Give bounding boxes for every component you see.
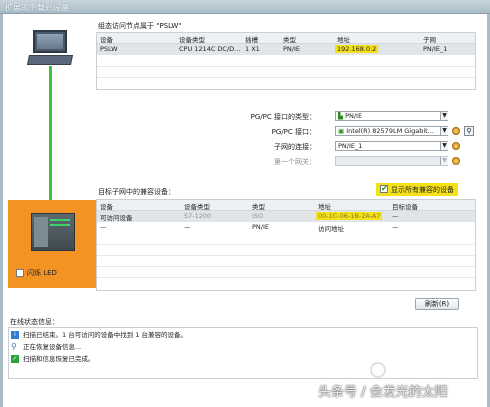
col-device: 设备 [100,203,113,211]
col-address: 地址 [337,36,350,44]
list-item: i 扫描已结束。1 台可访问的设备中找到 1 台兼容的设备。 [11,329,471,341]
cell-address: 访问地址 [318,225,344,233]
pgpc-interface-select[interactable]: ▣ Intel(R) 82579LM Gigabit... [335,126,448,136]
first-gateway-label: 第一个网关： [274,158,316,166]
cell-type: ISO [252,212,264,220]
network-icon: ▙ [338,112,343,120]
pgpc-type-label: PG/PC 接口的类型： [250,113,316,121]
col-device-type: 设备类型 [179,36,205,44]
cell-target-device: — [392,212,399,220]
title-bar: 扩展的下载到设备 [0,0,490,14]
pgpc-interface-label: PG/PC 接口： [271,128,316,136]
plc-led-icon [50,224,70,226]
status-line: 扫描和信息恢复已完成。 [23,355,95,363]
col-device: 设备 [100,36,113,44]
lower-table-caption: 目标子网中的兼容设备： [98,188,175,196]
cell-device-type: S7-1200 [184,212,212,220]
plc-led-icon [50,219,70,221]
table-row[interactable]: — — PN/IE 访问地址 — [97,222,475,233]
search-icon[interactable]: ⚲ [464,126,474,136]
flash-led-checkbox[interactable] [16,269,24,277]
properties-icon[interactable] [452,127,460,135]
window-frame-left [0,14,3,407]
chevron-down-icon[interactable]: ▼ [440,127,448,135]
subnet-connection-select[interactable]: PN/IE_1 [335,141,448,151]
chevron-down-icon[interactable]: ▼ [440,142,448,150]
col-subnet: 子网 [423,36,436,44]
show-all-checkbox[interactable] [380,184,388,193]
info-icon: i [11,331,19,339]
status-line: 扫描已结束。1 台可访问的设备中找到 1 台兼容的设备。 [23,331,187,339]
cell-device: PSLW [100,45,118,53]
cell-device: — [100,223,107,231]
cell-address: 192.168.0.2 [335,45,379,53]
configured-node-table: 设备 设备类型 插槽 类型 地址 子网 PSLW CPU 1214C DC/D.… [96,32,476,90]
chevron-down-icon[interactable]: ▼ [440,112,448,120]
pgpc-interface-value: Intel(R) 82579LM Gigabit... [346,127,434,135]
col-type: 类型 [283,36,296,44]
status-line: 正在恢复设备信息... [23,343,82,351]
first-gateway-select[interactable] [335,156,448,166]
plc-module-icon [34,217,48,247]
pgpc-type-value: PN/IE [345,112,363,120]
upper-table-caption: 组态访问节点属于 "PSLW" [98,22,182,30]
watermark-text: 头条号 / 会发光的太阳 [318,385,448,400]
adapter-icon: ▣ [338,127,345,135]
cell-device-type: — [184,223,191,231]
col-slot: 插槽 [245,36,258,44]
pc-screen-icon [37,34,63,49]
table-header: 设备 设备类型 类型 地址 目标设备 [97,200,475,211]
cell-type: PN/IE [252,223,269,231]
properties-icon[interactable] [452,142,460,150]
pgpc-type-select[interactable]: ▙ PN/IE [335,111,448,121]
compatible-devices-table: 设备 设备类型 类型 地址 目标设备 可访问设备 S7-1200 ISO 00-… [96,199,476,291]
list-item: ⚲ 正在恢复设备信息... [11,341,471,353]
subnet-connection-value: PN/IE_1 [338,142,363,150]
status-caption: 在线状态信息： [10,318,59,326]
col-type: 类型 [252,203,265,211]
cell-target-device: — [392,223,399,231]
cell-subnet: PN/IE_1 [423,45,448,53]
window-title: 扩展的下载到设备 [5,3,69,12]
col-device-type: 设备类型 [184,203,210,211]
pc-keyboard-icon [26,55,74,65]
cell-device: 可访问设备 [100,214,133,222]
chevron-down-icon[interactable]: ▼ [440,157,448,165]
cell-type: PN/IE [283,45,300,53]
cell-device-type: CPU 1214C DC/D... [179,45,241,53]
list-item: ✓ 扫描和信息恢复已完成。 [11,353,471,365]
show-all-label[interactable]: 显示所有兼容的设备 [391,185,454,195]
search-icon: ⚲ [11,342,17,351]
connection-line [49,66,52,200]
check-icon: ✓ [11,355,19,363]
table-row[interactable]: 可访问设备 S7-1200 ISO 00-1C-06-1B-2A-A7 — [97,211,475,222]
watermark-logo-icon [370,362,386,378]
col-target-device: 目标设备 [392,203,418,211]
cell-slot: 1 X1 [245,45,260,53]
refresh-button[interactable]: 刷新(R) [415,298,459,310]
cell-address: 00-1C-06-1B-2A-A7 [316,212,383,220]
table-header: 设备 设备类型 插槽 类型 地址 子网 [97,33,475,44]
properties-icon[interactable] [452,157,460,165]
flash-led-label[interactable]: 闪烁 LED [27,268,57,278]
col-address: 地址 [318,203,331,211]
table-row[interactable]: PSLW CPU 1214C DC/D... 1 X1 PN/IE 192.16… [97,44,475,55]
subnet-connection-label: 子网的连接： [274,143,316,151]
status-log: i 扫描已结束。1 台可访问的设备中找到 1 台兼容的设备。 ⚲ 正在恢复设备信… [8,327,478,379]
